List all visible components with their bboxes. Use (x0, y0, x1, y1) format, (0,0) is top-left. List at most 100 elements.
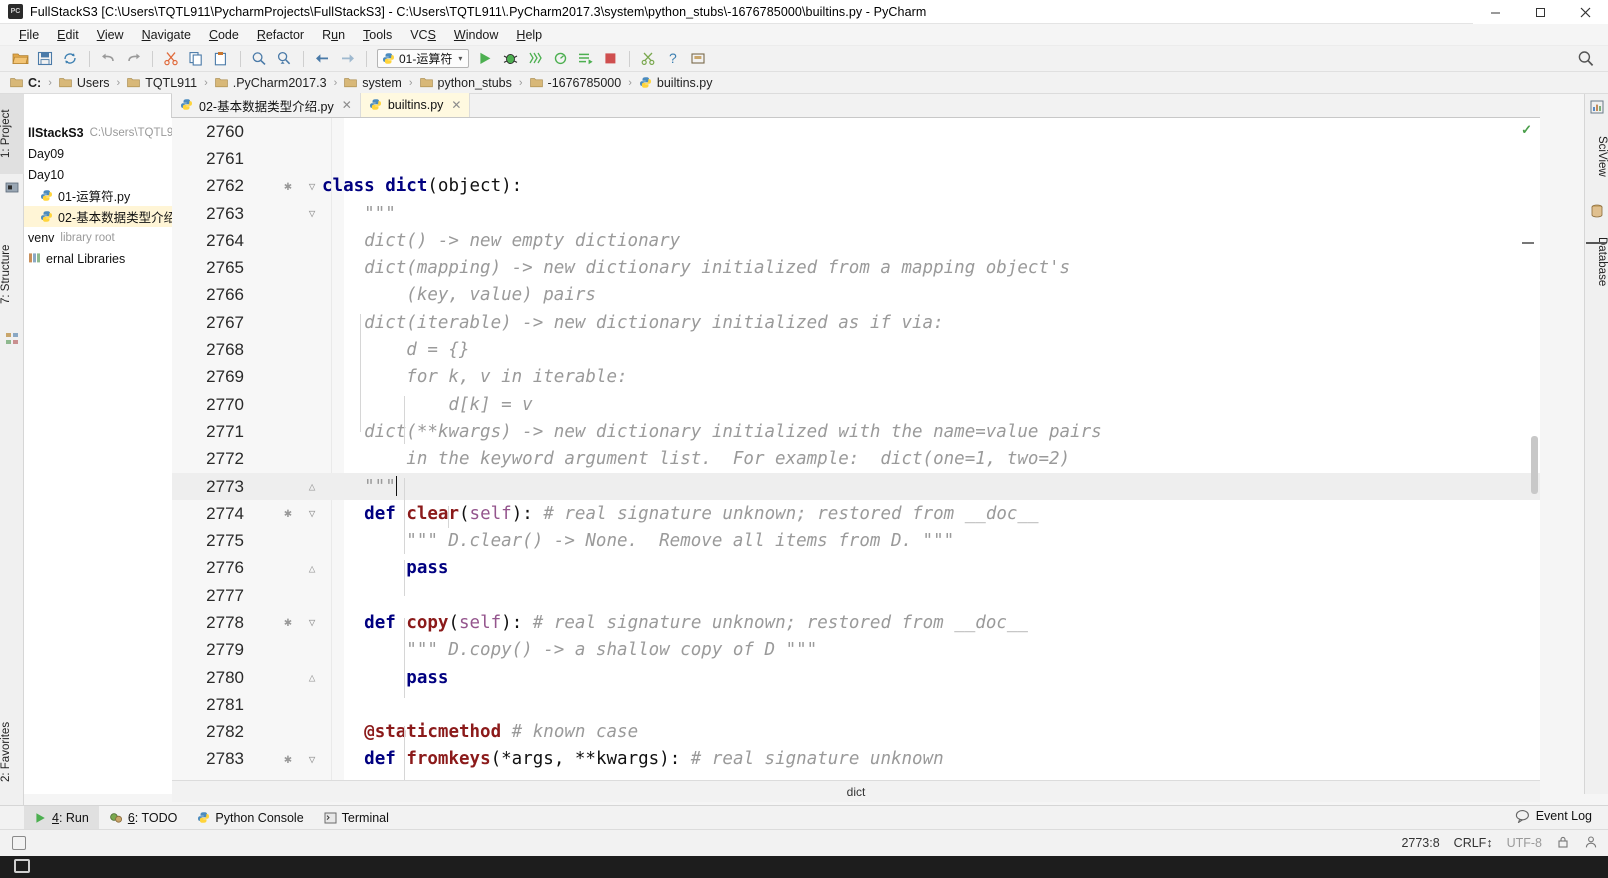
right-tab-database[interactable]: Database (1584, 224, 1608, 300)
search-everywhere-icon[interactable] (1577, 50, 1594, 70)
bottom-tool-6-todo[interactable]: 6: TODO (99, 806, 188, 830)
code-line[interactable]: 2782 @staticmethod # known case (172, 719, 1540, 746)
code-line[interactable]: 2780 △ pass (172, 664, 1540, 691)
breadcrumb-item[interactable]: python_stubs (419, 76, 512, 90)
tree-item[interactable]: 01-运算符.py (24, 185, 172, 206)
tree-item[interactable]: ernal Libraries (24, 248, 172, 269)
undo-icon[interactable] (96, 48, 120, 70)
run-icon[interactable] (473, 48, 497, 70)
menu-refactor[interactable]: Refactor (248, 26, 313, 44)
code-editor[interactable]: 2760 2761 2762 ✱ ▽ class dict(object): 2763 ▽ "… (172, 118, 1540, 780)
bottom-tool-terminal[interactable]: Terminal (314, 806, 399, 830)
find-icon[interactable] (247, 48, 271, 70)
code-line[interactable]: 2771 dict(**kwargs) -> new dictionary in… (172, 418, 1540, 445)
fold-handle[interactable]: ▽ (304, 753, 320, 766)
sidebar-item-structure[interactable]: 7: Structure (0, 226, 24, 322)
gutter-override-marker[interactable]: ✱ (280, 752, 296, 767)
editor-element-breadcrumb[interactable]: dict (172, 780, 1540, 802)
tree-item[interactable]: Day09 (24, 143, 172, 164)
code-line[interactable]: 2777 (172, 582, 1540, 609)
profile-icon[interactable] (548, 48, 572, 70)
code-line[interactable]: 2774 ✱ ▽ def clear(self): # real signature… (172, 500, 1540, 527)
breadcrumb-item[interactable]: C: (10, 76, 41, 90)
code-line[interactable]: 2762 ✱ ▽ class dict(object): (172, 173, 1540, 200)
breadcrumb-item[interactable]: Users (59, 76, 110, 90)
maximize-button[interactable] (1518, 0, 1563, 24)
code-line[interactable]: 2776 △ pass (172, 555, 1540, 582)
fold-handle[interactable]: ▽ (304, 507, 320, 520)
code-line[interactable]: 2773 △ """ (172, 472, 1540, 501)
open-folder-icon[interactable] (8, 48, 32, 70)
code-line[interactable]: 2760 (172, 118, 1540, 145)
code-line[interactable]: 2766 (key, value) pairs (172, 282, 1540, 309)
event-log-button[interactable]: Event Log (1515, 809, 1592, 823)
save-all-icon[interactable] (33, 48, 57, 70)
back-icon[interactable] (310, 48, 334, 70)
copy-icon[interactable] (184, 48, 208, 70)
caret-position[interactable]: 2773:8 (1401, 836, 1439, 850)
run-configuration-selector[interactable]: 01-运算符 ▾ (377, 49, 469, 68)
inspection-status-icon[interactable]: ✓ (1521, 122, 1532, 138)
help-icon[interactable]: ? (661, 48, 685, 70)
tree-item[interactable]: Day10 (24, 164, 172, 185)
minimize-button[interactable] (1473, 0, 1518, 24)
fold-handle[interactable]: △ (304, 671, 320, 684)
fold-handle[interactable]: ▽ (304, 180, 320, 193)
bottom-tool-python-console[interactable]: Python Console (187, 806, 313, 830)
close-button[interactable] (1563, 0, 1608, 24)
forward-icon[interactable] (335, 48, 359, 70)
code-line[interactable]: 2768 d = {} (172, 336, 1540, 363)
gutter-override-marker[interactable]: ✱ (280, 179, 296, 194)
status-layout-icon[interactable] (12, 836, 26, 850)
run-with-console-icon[interactable] (573, 48, 597, 70)
tree-item[interactable]: 02-基本数据类型介绍.p (24, 206, 187, 227)
code-line[interactable]: 2767 dict(iterable) -> new dictionary in… (172, 309, 1540, 336)
gutter-override-marker[interactable]: ✱ (280, 506, 296, 521)
error-stripe-mark[interactable] (1522, 242, 1534, 244)
code-line[interactable]: 2783 ✱ ▽ def fromkeys(*args, **kwargs): # … (172, 746, 1540, 773)
menu-file[interactable]: File (10, 26, 48, 44)
menu-tools[interactable]: Tools (354, 26, 401, 44)
cut-icon[interactable] (159, 48, 183, 70)
code-line[interactable]: 2763 ▽ """ (172, 200, 1540, 227)
lock-icon[interactable] (1556, 835, 1570, 852)
breadcrumb-item[interactable]: system (344, 76, 402, 90)
right-tab-sciview[interactable]: SciView (1584, 120, 1608, 192)
file-encoding[interactable]: UTF-8 (1507, 836, 1542, 850)
replace-icon[interactable] (272, 48, 296, 70)
gutter-override-marker[interactable]: ✱ (280, 615, 296, 630)
close-icon[interactable]: ✕ (342, 98, 352, 112)
tree-item[interactable]: venv library root (24, 227, 172, 248)
menu-vcs[interactable]: VCS (401, 26, 445, 44)
code-line[interactable]: 2779 """ D.copy() -> a shallow copy of D… (172, 637, 1540, 664)
stop-icon[interactable] (598, 48, 622, 70)
breadcrumb-item[interactable]: TQTL911 (127, 76, 197, 90)
debug-icon[interactable] (498, 48, 522, 70)
tree-item[interactable]: llStackS3 C:\Users\TQTL9 (24, 122, 173, 143)
code-line[interactable]: 2761 (172, 145, 1540, 172)
sync-icon[interactable] (58, 48, 82, 70)
sidebar-item-favorites[interactable]: 2: Favorites (0, 704, 24, 800)
code-line[interactable]: 2769 for k, v in iterable: (172, 364, 1540, 391)
person-icon[interactable] (1584, 835, 1598, 852)
editor-scrollbar-thumb[interactable] (1531, 436, 1538, 494)
sidebar-item-project[interactable]: 1: Project (0, 94, 24, 174)
editor-tab[interactable]: builtins.py ✕ (360, 93, 471, 117)
coverage-icon[interactable] (523, 48, 547, 70)
fold-handle[interactable]: △ (304, 562, 320, 575)
taskbar-window-icon[interactable] (14, 859, 30, 873)
menu-navigate[interactable]: Navigate (133, 26, 200, 44)
menu-help[interactable]: Help (507, 26, 551, 44)
code-line[interactable]: 2772 in the keyword argument list. For e… (172, 446, 1540, 473)
code-line[interactable]: 2775 """ D.clear() -> None. Remove all i… (172, 527, 1540, 554)
breadcrumb-item[interactable]: builtins.py (639, 76, 712, 90)
code-line[interactable]: 2764 dict() -> new empty dictionary (172, 227, 1540, 254)
breadcrumb-item[interactable]: .PyCharm2017.3 (215, 76, 327, 90)
editor-tab[interactable]: 02-基本数据类型介绍.py ✕ (172, 93, 361, 117)
code-lines[interactable]: 2760 2761 2762 ✱ ▽ class dict(object): 2763 ▽ "… (172, 118, 1540, 780)
fold-handle[interactable]: △ (304, 480, 320, 493)
redo-icon[interactable] (121, 48, 145, 70)
line-separator[interactable]: CRLF↕ (1454, 836, 1493, 850)
bottom-tool-4-run[interactable]: 4: Run (24, 805, 99, 830)
menu-window[interactable]: Window (445, 26, 507, 44)
